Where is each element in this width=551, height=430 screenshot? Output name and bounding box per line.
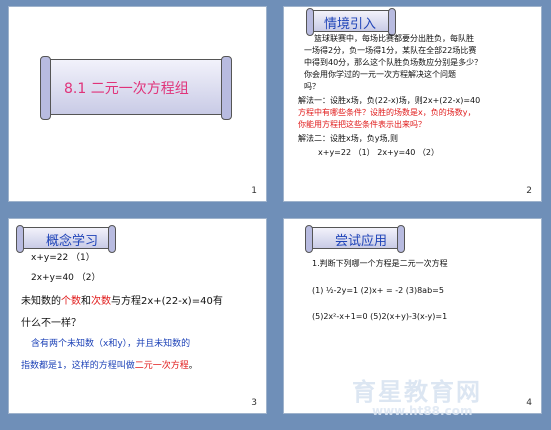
scroll-curl-left bbox=[306, 8, 314, 36]
text-line: 方程中有哪些条件？设胜的场数是x，负的场数y， bbox=[298, 108, 476, 117]
exercise-question: 1.判断下列哪一个方程是二元一次方程 bbox=[312, 259, 448, 268]
title-scroll-banner: 情境引入 bbox=[306, 8, 396, 36]
text-line: x+y=22 （1） 2x+y=40 （2） bbox=[318, 148, 440, 157]
text-line: 吗？ bbox=[304, 82, 320, 91]
text-line: 中得到40分，那么这个队胜负场数应分别是多少？ bbox=[304, 58, 483, 67]
slide-thumbnail-1[interactable]: 8.1 二元一次方程组 1 bbox=[8, 6, 267, 202]
highlight-count: 个数 bbox=[61, 296, 81, 307]
question-text: 未知数的 bbox=[21, 296, 61, 307]
exercise-row-1: (1) ½-2y=1 (2)x+ = -2 (3)8ab=5 bbox=[312, 286, 444, 295]
text-line: 你能用方程把这些条件表示出来吗？ bbox=[298, 120, 426, 129]
scroll-curl-right bbox=[221, 56, 232, 120]
slide-title: 尝试应用 bbox=[335, 234, 388, 249]
slide-number: 3 bbox=[251, 398, 257, 408]
scroll-curl-right bbox=[108, 225, 116, 253]
slide-title: 概念学习 bbox=[46, 234, 99, 249]
watermark-url: www.ht88.com bbox=[372, 404, 473, 418]
title-scroll-banner: 概念学习 bbox=[16, 225, 116, 253]
scroll-curl-right bbox=[388, 8, 396, 36]
question-text: 与方程2x+(22-x)=40有 bbox=[111, 296, 223, 307]
highlight-degree: 次数 bbox=[91, 296, 111, 307]
title-scroll-banner: 8.1 二元一次方程组 bbox=[40, 56, 232, 120]
definition-text: 指数都是1，这样的方程叫做 bbox=[21, 361, 135, 371]
question-line-2: 什么不一样？ bbox=[21, 318, 81, 329]
exercise-row-2: (5)2x²-x+1=0 (5)2(x+y)-3(x-y)=1 bbox=[312, 312, 448, 321]
question-line-1: 未知数的个数和次数与方程2x+(22-x)=40有 bbox=[21, 292, 223, 307]
scroll-curl-left bbox=[40, 56, 51, 120]
equation-1: x+y=22 （1） bbox=[31, 253, 95, 263]
question-text: 和 bbox=[81, 296, 91, 307]
text-line: 一场得2分，负一场得1分，某队在全部22场比赛 bbox=[304, 46, 477, 55]
text-line: 解法二：设胜x场，负y场,则 bbox=[298, 134, 399, 143]
slide-number: 2 bbox=[526, 186, 532, 196]
text-line: 解法一：设胜x场，负(22-x)场，则2x+(22-x)=40 bbox=[298, 96, 481, 105]
slide-number: 4 bbox=[526, 398, 532, 408]
scroll-curl-left bbox=[305, 225, 313, 253]
slide-thumbnail-2[interactable]: 情境引入 篮球联赛中，每场比赛都要分出胜负，每队胜 一场得2分，负一场得1分，某… bbox=[283, 6, 542, 202]
equation-2: 2x+y=40 （2） bbox=[31, 273, 101, 283]
text-line: 篮球联赛中，每场比赛都要分出胜负，每队胜 bbox=[314, 34, 474, 43]
watermark-logo-text: 育星教育网 bbox=[352, 378, 482, 406]
definition-line-1: 含有两个未知数（x和y），并且未知数的 bbox=[31, 339, 191, 349]
slide-number: 1 bbox=[251, 186, 257, 196]
definition-term: 二元一次方程 bbox=[134, 361, 189, 371]
title-scroll-banner: 尝试应用 bbox=[305, 225, 405, 253]
slide-title: 情境引入 bbox=[324, 17, 377, 32]
definition-text: 。 bbox=[188, 361, 198, 371]
scroll-curl-left bbox=[16, 225, 24, 253]
slide-thumbnail-3[interactable]: 概念学习 x+y=22 （1） 2x+y=40 （2） 未知数的个数和次数与方程… bbox=[8, 218, 267, 414]
scroll-curl-right bbox=[397, 225, 405, 253]
definition-line-2: 指数都是1，这样的方程叫做二元一次方程。 bbox=[21, 358, 198, 371]
slide-title: 8.1 二元一次方程组 bbox=[64, 81, 189, 97]
text-line: 你会用你学过的一元一次方程解决这个问题 bbox=[304, 70, 456, 79]
